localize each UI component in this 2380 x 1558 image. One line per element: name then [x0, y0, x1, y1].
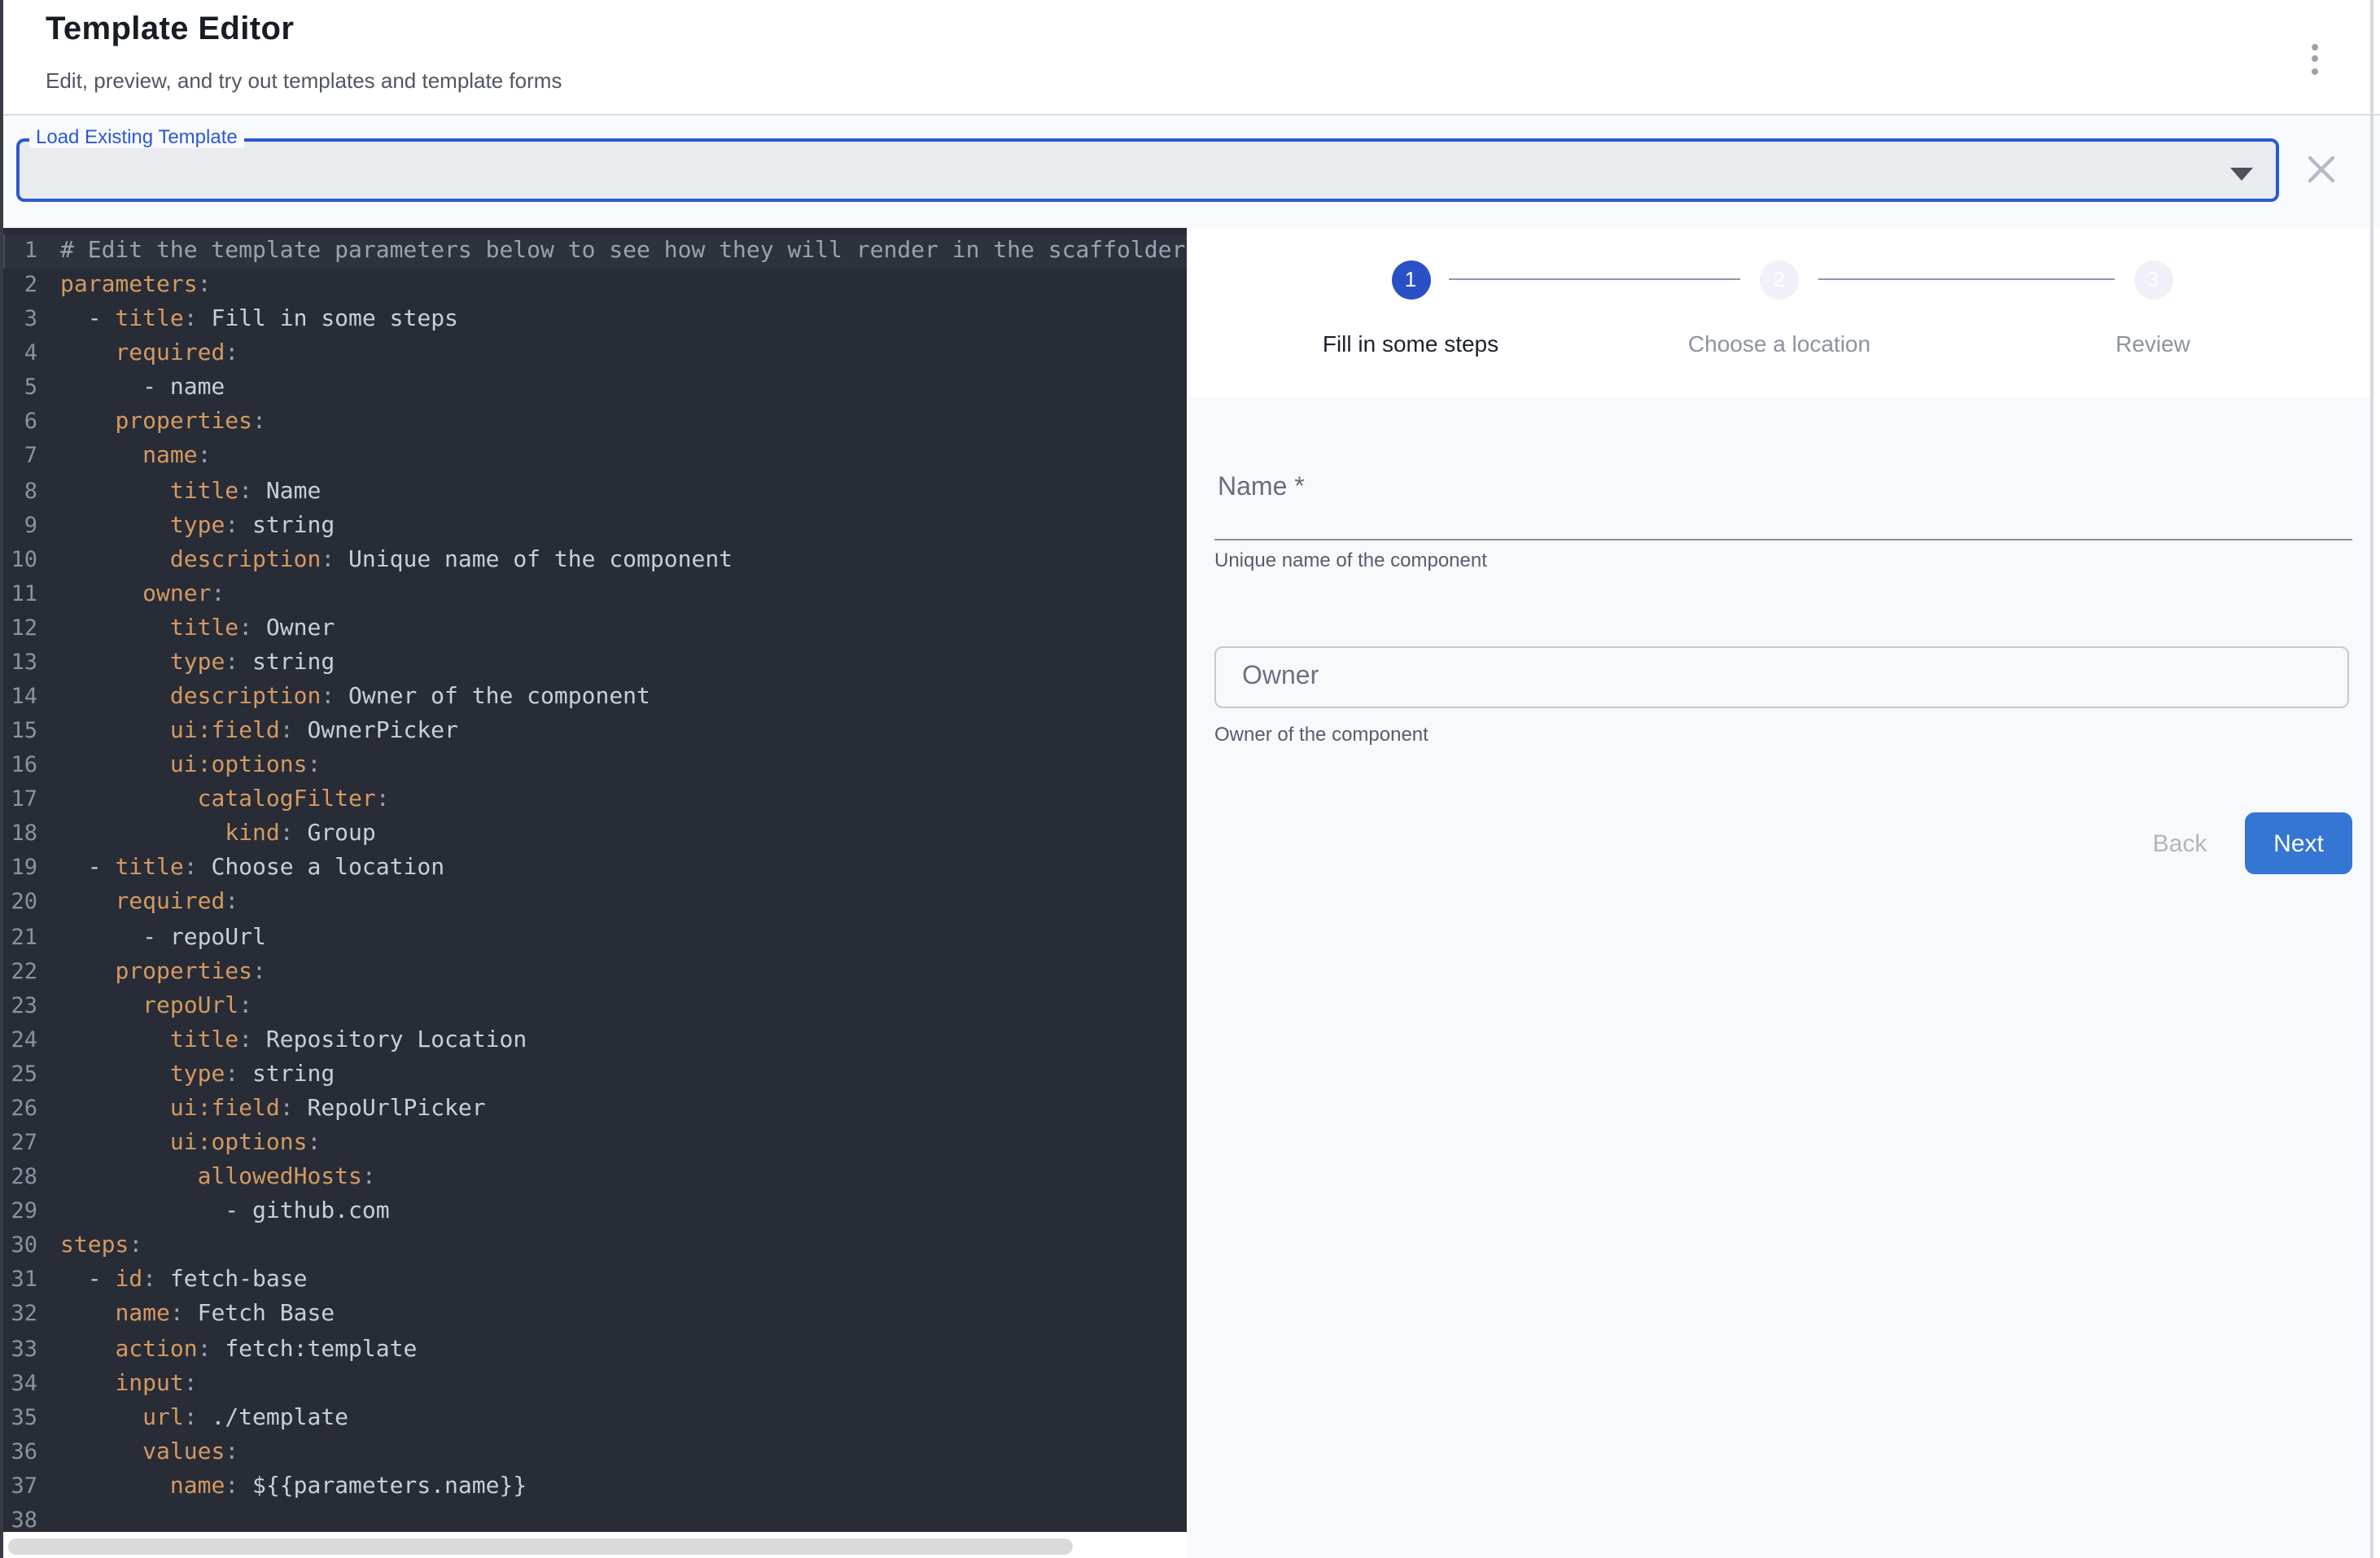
code-line: 30steps:: [0, 1230, 1187, 1264]
code-line: 26 ui:field: RepoUrlPicker: [0, 1092, 1187, 1127]
code-line: 20 required:: [0, 886, 1187, 921]
step-1-label: Fill in some steps: [1248, 330, 1573, 357]
code-line: 22 properties:: [0, 955, 1187, 989]
code-line: 8 title: Name: [0, 475, 1187, 509]
step-3-circle[interactable]: 3: [2133, 260, 2172, 299]
code-line: 18 kind: Group: [0, 818, 1187, 852]
load-template-select[interactable]: [16, 138, 2279, 202]
code-line: 7 name:: [0, 440, 1187, 475]
page-subtitle: Edit, preview, and try out templates and…: [46, 68, 562, 93]
step-connector: [1449, 278, 1740, 280]
code-line: 34 input:: [0, 1367, 1187, 1401]
code-line: 14 description: Owner of the component: [0, 681, 1187, 715]
code-line: 9 type: string: [0, 509, 1187, 543]
close-icon[interactable]: [2305, 153, 2338, 186]
back-button[interactable]: Back: [2128, 814, 2232, 873]
code-line: 12 title: Owner: [0, 612, 1187, 646]
stepper: 1 2 3 Fill in some steps Choose a locati…: [1187, 228, 2370, 397]
page-title: Template Editor: [46, 11, 294, 49]
code-line: 38: [0, 1504, 1187, 1532]
load-template-section: Load Existing Template: [0, 116, 2380, 228]
name-field[interactable]: Name *: [1214, 469, 2352, 540]
step-2-label: Choose a location: [1617, 330, 1942, 357]
code-line: 15 ui:field: OwnerPicker: [0, 715, 1187, 749]
code-line: 33 action: fetch:template: [0, 1333, 1187, 1367]
code-line: 23 repoUrl:: [0, 989, 1187, 1023]
step-2-circle[interactable]: 2: [1760, 260, 1799, 299]
code-line: 17 catalogFilter:: [0, 784, 1187, 818]
code-line: 37 name: ${{parameters.name}}: [0, 1470, 1187, 1504]
code-line: 24 title: Repository Location: [0, 1024, 1187, 1058]
code-line: 27 ui:options:: [0, 1127, 1187, 1161]
chevron-down-icon: [2230, 168, 2253, 181]
owner-field[interactable]: Owner: [1214, 646, 2349, 708]
code-line: 32 name: Fetch Base: [0, 1298, 1187, 1333]
name-field-label: Name *: [1218, 474, 1305, 503]
step-1-circle[interactable]: 1: [1391, 260, 1430, 299]
window-left-border: [0, 0, 3, 1558]
step-3-label: Review: [1990, 330, 2316, 357]
code-line: 21 - repoUrl: [0, 921, 1187, 955]
more-options-icon[interactable]: [2292, 29, 2338, 88]
step-connector: [1818, 278, 2115, 280]
code-line: 13 type: string: [0, 646, 1187, 681]
next-button[interactable]: Next: [2245, 812, 2352, 874]
name-field-underline: [1214, 538, 2352, 540]
owner-field-label: Owner: [1242, 663, 1319, 692]
code-line: 3 - title: Fill in some steps: [0, 303, 1187, 337]
code-line: 4 required:: [0, 337, 1187, 371]
code-line: 11 owner:: [0, 578, 1187, 612]
load-template-label: Load Existing Template: [29, 125, 244, 148]
code-line: 19 - title: Choose a location: [0, 852, 1187, 886]
yaml-code-editor[interactable]: 1# Edit the template parameters below to…: [0, 228, 1187, 1532]
owner-field-helper: Owner of the component: [1214, 723, 1428, 746]
code-line: 2parameters:: [0, 269, 1187, 303]
code-line: 5 - name: [0, 372, 1187, 406]
code-line: 16 ui:options:: [0, 749, 1187, 783]
code-line: 1# Edit the template parameters below to…: [0, 234, 1187, 269]
code-lines: 1# Edit the template parameters below to…: [0, 234, 1187, 1532]
code-line: 29 - github.com: [0, 1195, 1187, 1229]
code-line: 28 allowedHosts:: [0, 1161, 1187, 1195]
code-line: 25 type: string: [0, 1058, 1187, 1092]
name-field-helper: Unique name of the component: [1214, 549, 1487, 571]
code-line: 35 url: ./template: [0, 1401, 1187, 1435]
code-line: 6 properties:: [0, 406, 1187, 440]
template-editor-page: Template Editor Edit, preview, and try o…: [0, 0, 2380, 1558]
code-line: 31 - id: fetch-base: [0, 1264, 1187, 1298]
window-right-border: [2370, 0, 2373, 1558]
horizontal-scrollbar: [0, 1532, 1187, 1558]
form-panel: Name * Unique name of the component Owne…: [1187, 397, 2370, 1558]
code-line: 36 values:: [0, 1435, 1187, 1469]
code-line: 10 description: Unique name of the compo…: [0, 543, 1187, 577]
header: Template Editor Edit, preview, and try o…: [0, 0, 2380, 116]
horizontal-scrollbar-thumb[interactable]: [8, 1538, 1073, 1555]
